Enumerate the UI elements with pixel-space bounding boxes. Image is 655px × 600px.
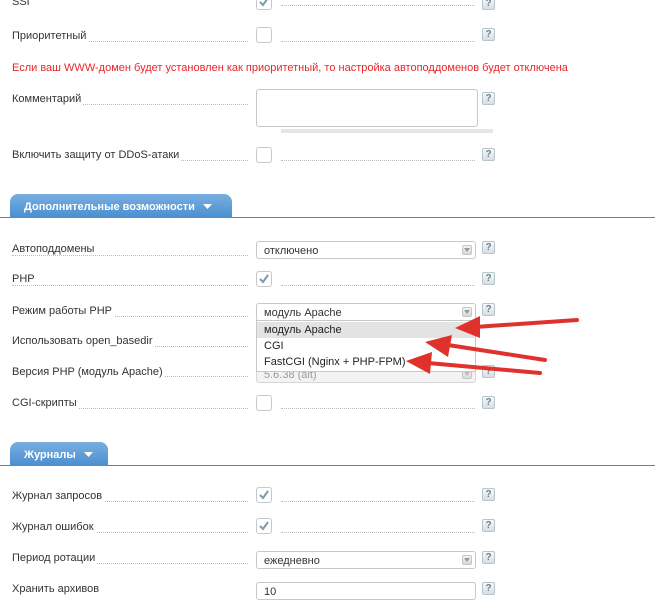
annotation-arrows: [406, 316, 579, 375]
arrow-icon: [425, 335, 547, 362]
arrow-icon: [455, 316, 579, 338]
